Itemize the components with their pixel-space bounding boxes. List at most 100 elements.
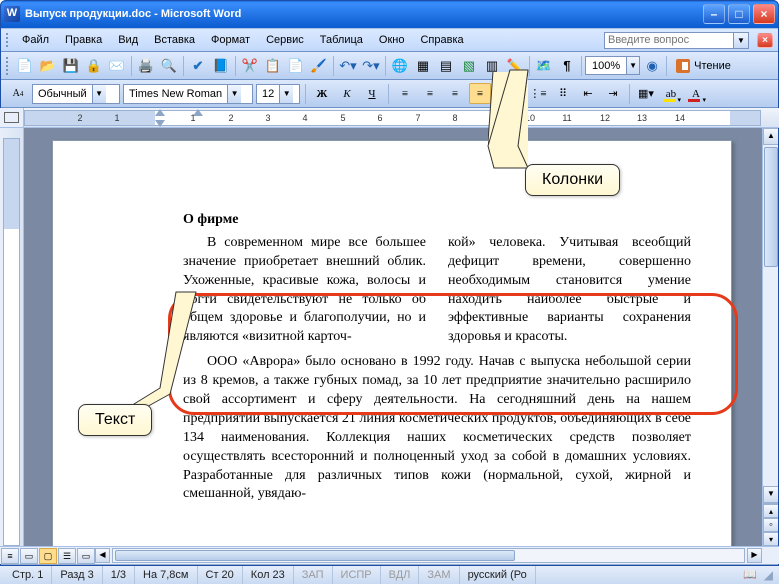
status-track[interactable]: ИСПР	[333, 565, 381, 584]
show-marks-icon[interactable]: ¶	[556, 55, 578, 77]
numbering-button[interactable]: ⋮≡	[527, 83, 549, 104]
status-column[interactable]: Кол 23	[243, 565, 294, 584]
zoom-dropdown-icon[interactable]: ▼	[626, 57, 639, 74]
status-language[interactable]: русский (Ро	[460, 565, 536, 584]
hscroll-right-icon[interactable]: ▶	[747, 548, 762, 563]
spelling-icon[interactable]: ✔	[187, 55, 209, 77]
undo-icon[interactable]: ↶▾	[337, 55, 359, 77]
normal-view-button[interactable]: ≡	[1, 548, 19, 564]
align-left-button[interactable]: ≡	[394, 83, 416, 104]
paste-icon[interactable]: 📄	[285, 55, 307, 77]
copy-icon[interactable]: 📋	[262, 55, 284, 77]
styles-pane-icon[interactable]: A4	[7, 83, 29, 104]
line-spacing-button[interactable]: ‡▾	[494, 83, 516, 104]
font-combo[interactable]: Times New Roman ▼	[123, 84, 253, 104]
scroll-thumb[interactable]	[764, 147, 778, 267]
horizontal-scrollbar[interactable]	[112, 548, 745, 563]
excel-icon[interactable]: ▧	[458, 55, 480, 77]
outline-view-button[interactable]: ☰	[58, 548, 76, 564]
format-painter-icon[interactable]: 🖌️	[308, 55, 330, 77]
status-line[interactable]: Ст 20	[198, 565, 243, 584]
hyperlink-icon[interactable]: 🌐	[389, 55, 411, 77]
tables-borders-icon[interactable]: ▦	[412, 55, 434, 77]
status-pages[interactable]: 1/3	[103, 565, 135, 584]
status-ext[interactable]: ВДЛ	[381, 565, 420, 584]
scroll-up-icon[interactable]: ▲	[763, 128, 779, 145]
document-viewport[interactable]: О фирме В современном мире все большее з…	[24, 128, 762, 546]
browse-object-icon[interactable]: ◦	[763, 518, 779, 532]
cut-icon[interactable]: ✂️	[239, 55, 261, 77]
redo-icon[interactable]: ↷▾	[360, 55, 382, 77]
help-search-dropdown[interactable]: ▼	[734, 32, 749, 49]
align-justify-button[interactable]: ≡	[469, 83, 491, 104]
hanging-indent[interactable]	[155, 120, 165, 127]
research-icon[interactable]: 📘	[210, 55, 232, 77]
increase-indent-button[interactable]: ⇥	[602, 83, 624, 104]
vertical-scrollbar[interactable]: ▲ ▼ ▴ ◦ ▾	[762, 128, 779, 546]
toolbar-handle[interactable]	[6, 57, 11, 75]
spell-status-icon[interactable]: 📖	[741, 568, 759, 581]
menu-format[interactable]: Формат	[205, 32, 256, 48]
drawing-icon[interactable]: ✏️	[504, 55, 526, 77]
align-right-button[interactable]: ≡	[444, 83, 466, 104]
borders-button[interactable]: ▦▾	[635, 83, 657, 104]
status-page[interactable]: Стр. 1	[4, 565, 52, 584]
next-page-icon[interactable]: ▾	[763, 532, 779, 546]
menu-edit[interactable]: Правка	[59, 32, 108, 48]
reading-layout-button[interactable]: Чтение	[670, 57, 737, 75]
menu-insert[interactable]: Вставка	[148, 32, 201, 48]
menu-tools[interactable]: Сервис	[260, 32, 310, 48]
prev-page-icon[interactable]: ▴	[763, 504, 779, 518]
font-size-combo[interactable]: 12 ▼	[256, 84, 300, 104]
open-icon[interactable]: 📂	[37, 55, 59, 77]
web-view-button[interactable]: ▭	[20, 548, 38, 564]
decrease-indent-button[interactable]: ⇤	[577, 83, 599, 104]
highlight-button[interactable]: ab▾	[660, 83, 682, 104]
bold-button[interactable]: Ж	[311, 83, 333, 104]
status-rec[interactable]: ЗАП	[294, 565, 333, 584]
scroll-track[interactable]	[763, 145, 779, 486]
zoom-combo[interactable]: 100% ▼	[585, 56, 640, 75]
menu-view[interactable]: Вид	[112, 32, 144, 48]
style-combo[interactable]: Обычный ▼	[32, 84, 120, 104]
status-position[interactable]: На 7,8см	[135, 565, 197, 584]
doc-map-icon[interactable]: 🗺️	[533, 55, 555, 77]
doc-close-button[interactable]: ×	[757, 33, 773, 48]
print-icon[interactable]: 🖨️	[135, 55, 157, 77]
permissions-icon[interactable]: 🔒	[83, 55, 105, 77]
print-preview-icon[interactable]: 🔍	[158, 55, 180, 77]
insert-table-icon[interactable]: ▤	[435, 55, 457, 77]
help-search-input[interactable]	[604, 32, 734, 49]
new-doc-icon[interactable]: 📄	[14, 55, 36, 77]
close-button[interactable]: ×	[753, 4, 775, 24]
italic-button[interactable]: К	[336, 83, 358, 104]
chevron-down-icon[interactable]: ▼	[92, 85, 106, 103]
resize-grip[interactable]: ◢	[759, 568, 775, 582]
hscroll-left-icon[interactable]: ◀	[95, 548, 110, 563]
left-indent[interactable]	[155, 109, 165, 116]
menu-window[interactable]: Окно	[373, 32, 411, 48]
align-center-button[interactable]: ≡	[419, 83, 441, 104]
toolbar-handle[interactable]	[6, 33, 10, 47]
underline-button[interactable]: Ч	[361, 83, 383, 104]
minimize-button[interactable]: –	[703, 4, 725, 24]
menu-file[interactable]: Файл	[16, 32, 55, 48]
maximize-button[interactable]: □	[728, 4, 750, 24]
mail-icon[interactable]: ✉️	[106, 55, 128, 77]
save-icon[interactable]: 💾	[60, 55, 82, 77]
hscroll-thumb[interactable]	[115, 550, 515, 561]
print-layout-button[interactable]: ▢	[39, 548, 57, 564]
scroll-down-icon[interactable]: ▼	[763, 486, 779, 503]
horizontal-ruler[interactable]: 2 1 1 2 3 4 5 6 7 8 9 10 11 12 13 14	[0, 108, 779, 128]
bullets-button[interactable]: ⠿	[552, 83, 574, 104]
status-ovr[interactable]: ЗАМ	[419, 565, 459, 584]
page[interactable]: О фирме В современном мире все большее з…	[52, 140, 732, 546]
status-section[interactable]: Разд 3	[52, 565, 102, 584]
vertical-ruler[interactable]	[0, 128, 24, 546]
columns-icon[interactable]: ▥	[481, 55, 503, 77]
chevron-down-icon[interactable]: ▼	[279, 85, 293, 103]
chevron-down-icon[interactable]: ▼	[227, 85, 241, 103]
tab-selector[interactable]	[0, 108, 24, 127]
menu-table[interactable]: Таблица	[314, 32, 369, 48]
font-color-button[interactable]: A▾	[685, 83, 707, 104]
